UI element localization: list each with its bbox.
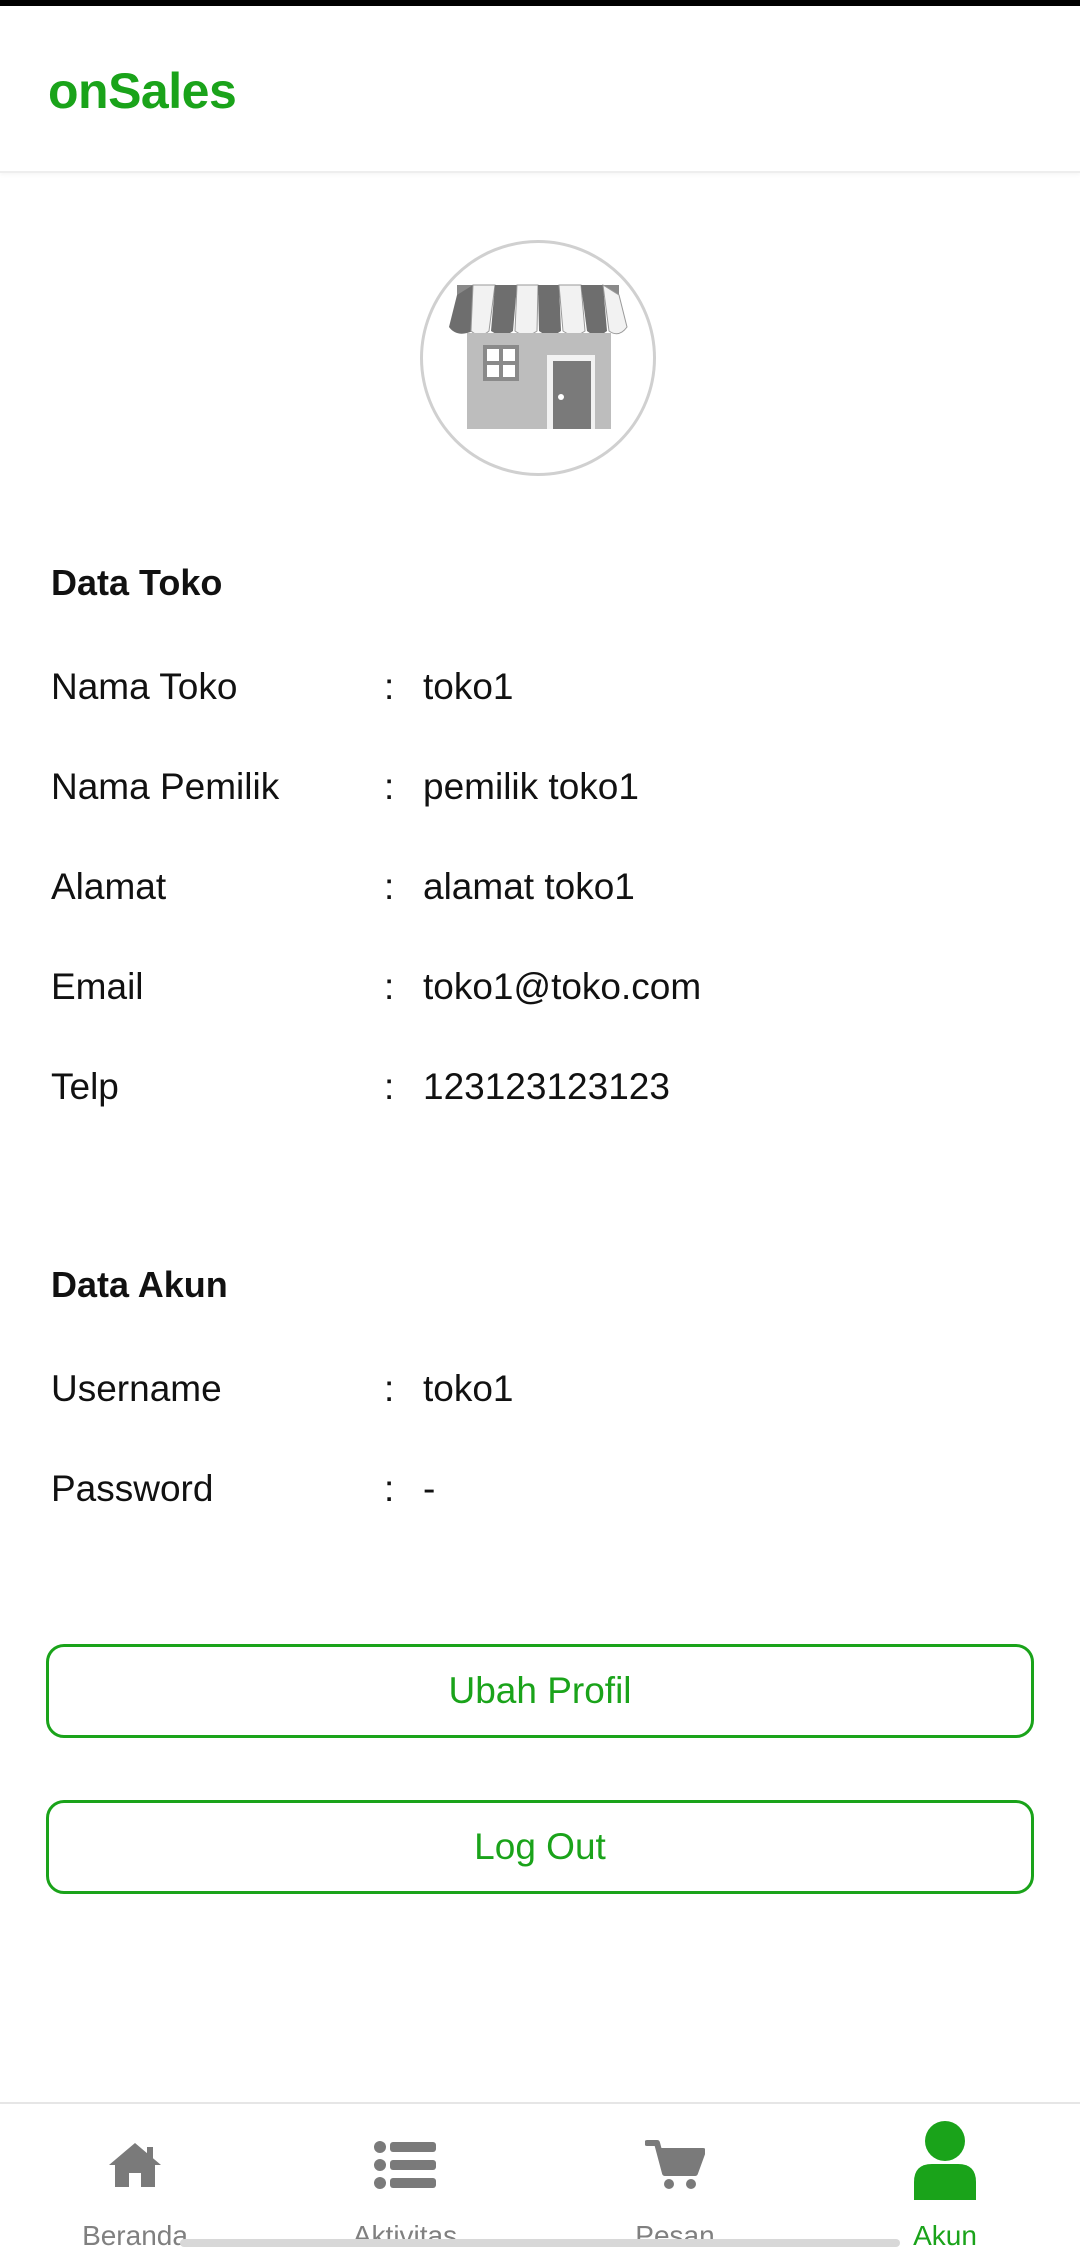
separator: : [384, 866, 395, 907]
store-name-label: Nama Toko [51, 666, 238, 707]
owner-name-label: Nama Pemilik [51, 766, 280, 807]
logout-button[interactable]: Log Out [46, 1800, 1034, 1894]
separator: : [384, 666, 395, 707]
nav-label-beranda: Beranda [82, 2220, 188, 2251]
home-indicator [180, 2239, 900, 2247]
user-icon [905, 2120, 985, 2200]
nav-item-aktivitas[interactable]: Aktivitas [270, 2104, 540, 2252]
username-value: toko1 [423, 1368, 514, 1409]
email-label: Email [51, 966, 144, 1007]
separator: : [384, 1066, 395, 1107]
edit-profile-button[interactable]: Ubah Profil [46, 1644, 1034, 1738]
phone-value: 123123123123 [423, 1066, 670, 1107]
nav-label-aktivitas: Aktivitas [352, 2220, 458, 2251]
owner-name-value: pemilik toko1 [423, 766, 639, 807]
separator: : [384, 1468, 395, 1509]
nav-label-pesan: Pesan [635, 2220, 715, 2251]
store-name-row: Nama Toko : toko1 [51, 666, 1031, 716]
username-row: Username : toko1 [51, 1368, 1031, 1418]
owner-name-row: Nama Pemilik : pemilik toko1 [51, 766, 1031, 816]
nav-label-akun: Akun [913, 2220, 977, 2251]
separator: : [384, 966, 395, 1007]
separator: : [384, 766, 395, 807]
address-label: Alamat [51, 866, 167, 907]
store-icon [449, 284, 628, 429]
email-value: toko1@toko.com [423, 966, 702, 1007]
password-label: Password [51, 1468, 214, 1509]
account-section-title: Data Akun [51, 1264, 228, 1305]
password-row: Password : - [51, 1468, 1031, 1518]
store-name-value: toko1 [423, 666, 514, 707]
password-value: - [423, 1468, 436, 1509]
cart-icon [635, 2130, 715, 2200]
nav-item-pesan[interactable]: Pesan [540, 2104, 810, 2252]
email-row: Email : toko1@toko.com [51, 966, 1031, 1016]
phone-label: Telp [51, 1066, 119, 1107]
list-icon [365, 2130, 445, 2200]
home-icon [95, 2130, 175, 2200]
address-row: Alamat : alamat toko1 [51, 866, 1031, 916]
phone-row: Telp : 123123123123 [51, 1066, 1031, 1116]
nav-item-beranda[interactable]: Beranda [0, 2104, 270, 2252]
nav-item-akun[interactable]: Akun [810, 2104, 1080, 2252]
app-title: onSales [48, 63, 237, 119]
store-avatar [420, 240, 656, 476]
username-label: Username [51, 1368, 222, 1409]
bottom-navigation: Beranda Aktivitas Pesan Akun [0, 2102, 1080, 2252]
address-value: alamat toko1 [423, 866, 635, 907]
store-section-title: Data Toko [51, 562, 223, 603]
separator: : [384, 1368, 395, 1409]
app-bar: onSales [0, 6, 1080, 173]
